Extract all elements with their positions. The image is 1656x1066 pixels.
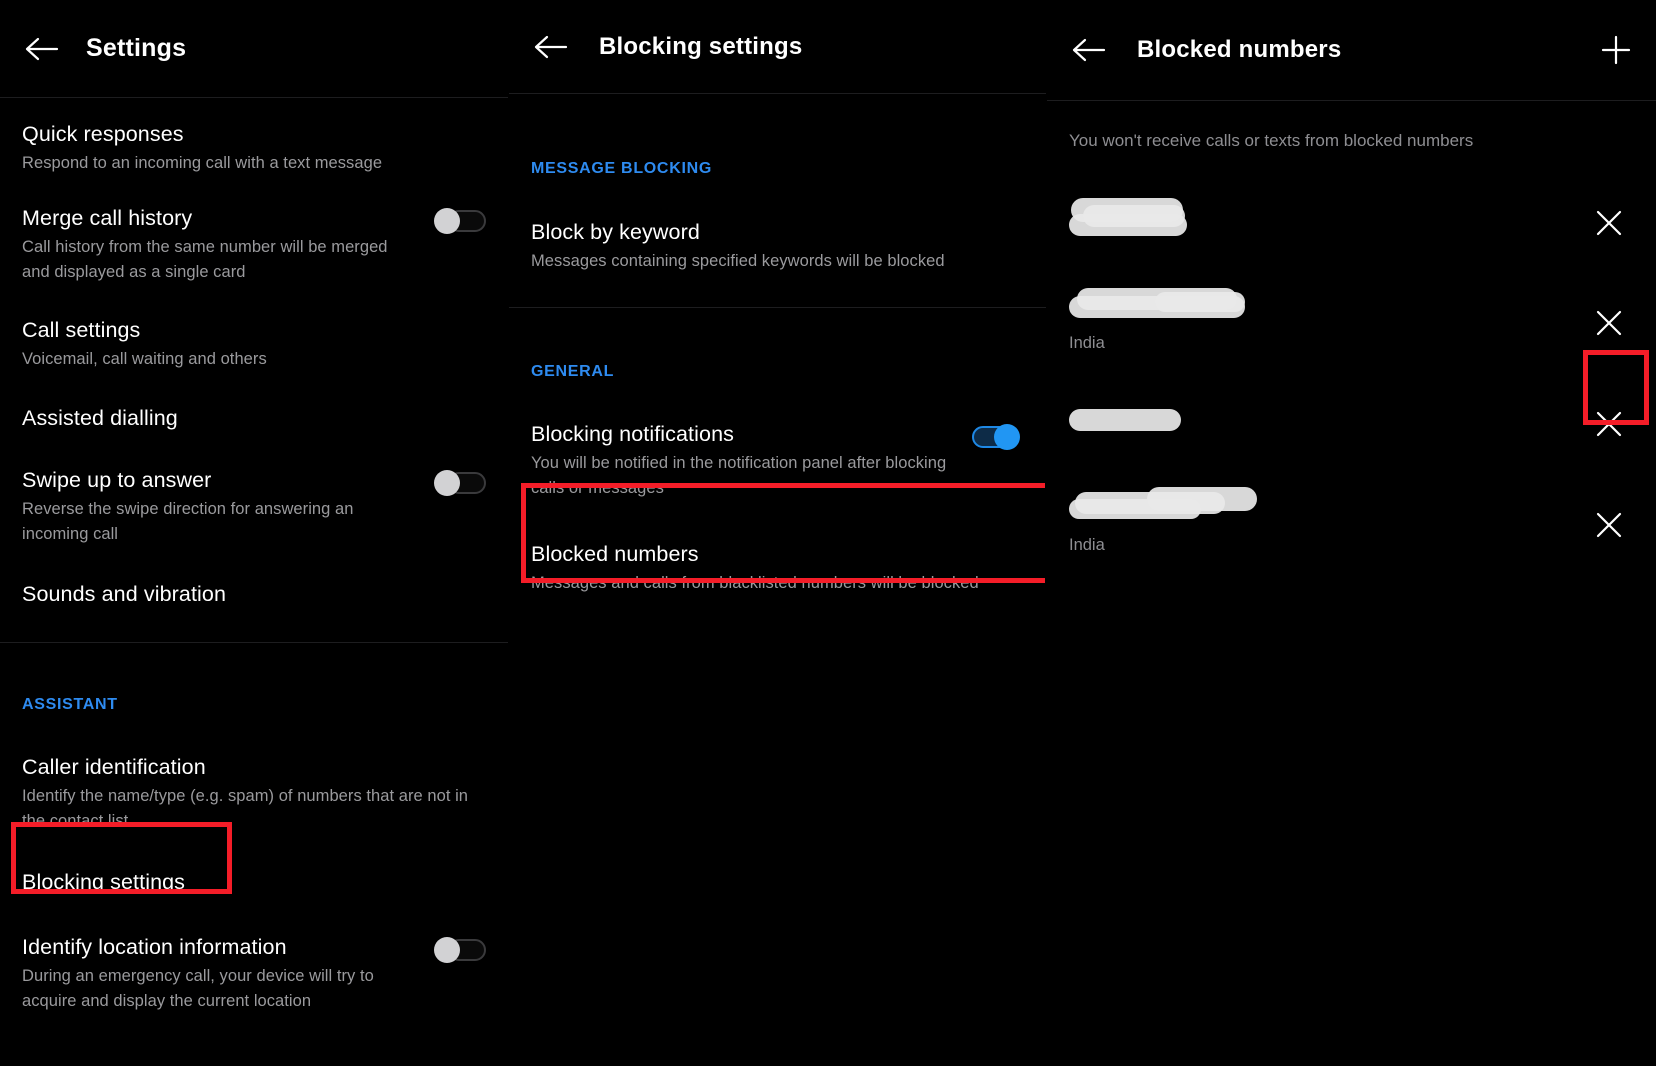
blocked-number-info [1069, 409, 1586, 437]
row-title: Caller identification [22, 755, 206, 779]
settings-row-caller-identification[interactable]: Caller identification Identify the name/… [0, 714, 508, 834]
redaction-mark [1147, 486, 1257, 511]
page-title: Settings [86, 34, 187, 62]
row-title: Assisted dialling [22, 406, 178, 430]
row-title: Blocking notifications [531, 422, 734, 446]
blocked-number-row[interactable]: India [1047, 473, 1656, 577]
arrow-left-icon[interactable] [531, 27, 571, 67]
redaction-mark [1155, 291, 1245, 312]
blocking-row-blocked-numbers[interactable]: Blocked numbers Messages and calls from … [509, 501, 1046, 596]
close-icon[interactable] [1586, 502, 1632, 548]
row-title: Call settings [22, 318, 141, 342]
panel-blocking-settings: Blocking settings MESSAGE BLOCKING Block… [509, 0, 1046, 1066]
settings-row-call-settings[interactable]: Call settings Voicemail, call waiting an… [0, 285, 508, 372]
row-title: Sounds and vibration [22, 582, 227, 606]
blocked-number-row[interactable] [1047, 175, 1656, 271]
row-title: Merge call history [22, 206, 193, 230]
blocked-number-info: India [1069, 287, 1586, 353]
settings-group-general: Quick responses Respond to an incoming c… [0, 98, 508, 642]
blocked-number-info: India [1069, 486, 1586, 555]
row-subtitle: Messages and calls from blacklisted numb… [531, 574, 979, 592]
row-subtitle: Voicemail, call waiting and others [22, 350, 267, 368]
blocked-number-value [1069, 486, 1586, 526]
panel-settings: Settings Quick responses Respond to an i… [0, 0, 508, 1066]
close-icon[interactable] [1586, 200, 1632, 246]
toggle-knob [994, 424, 1020, 450]
blocked-number-value [1069, 287, 1586, 324]
settings-row-identify-location-information[interactable]: Identify location information During an … [0, 896, 508, 1014]
row-title: Blocked numbers [531, 542, 699, 566]
toggle-knob [434, 208, 460, 234]
page-title: Blocking settings [599, 32, 803, 60]
blocked-number-info [1069, 198, 1586, 240]
settings-row-sounds-and-vibration[interactable]: Sounds and vibration [0, 547, 508, 642]
blocking-row-block-by-keyword[interactable]: Block by keyword Messages containing spe… [509, 178, 1046, 307]
row-subtitle: Messages containing specified keywords w… [531, 252, 945, 270]
settings-group-assistant: ASSISTANT Caller identification Identify… [0, 643, 508, 1014]
appbar-blocked-numbers: Blocked numbers [1047, 0, 1656, 100]
settings-row-blocking-settings[interactable]: Blocking settings [0, 834, 508, 896]
blocked-number-row[interactable]: India [1047, 271, 1656, 375]
row-subtitle: Reverse the swipe direction for answerin… [22, 500, 354, 543]
section-header-assistant: ASSISTANT [22, 696, 118, 713]
blocked-number-value [1069, 409, 1586, 437]
redaction-mark [1069, 214, 1187, 236]
identify-location-information-toggle[interactable] [434, 937, 486, 963]
row-subtitle: You will be notified in the notification… [531, 454, 947, 497]
settings-row-merge-call-history[interactable]: Merge call history Call history from the… [0, 176, 508, 285]
row-title: Swipe up to answer [22, 468, 212, 492]
merge-call-history-toggle[interactable] [434, 208, 486, 234]
section-header-message-blocking: MESSAGE BLOCKING [531, 160, 712, 177]
row-subtitle: Identify the name/type (e.g. spam) of nu… [22, 787, 469, 830]
panel-blocked-numbers: Blocked numbers You won't receive calls … [1047, 0, 1656, 1066]
settings-row-assisted-dialling[interactable]: Assisted dialling [0, 372, 508, 432]
appbar-blocking-settings: Blocking settings [509, 0, 1046, 93]
section-header-general: GENERAL [531, 363, 615, 380]
blocking-row-blocking-notifications[interactable]: Blocking notifications You will be notif… [509, 381, 1046, 501]
appbar-settings: Settings [0, 0, 508, 97]
arrow-left-icon[interactable] [22, 29, 62, 69]
blocked-number-value [1069, 198, 1586, 240]
blocked-number-row[interactable] [1047, 375, 1656, 473]
close-icon[interactable] [1586, 401, 1632, 447]
plus-icon[interactable] [1594, 28, 1638, 72]
blocking-group-general: GENERAL Blocking notifications You will … [509, 308, 1046, 596]
blocked-numbers-note: You won't receive calls or texts from bl… [1069, 131, 1474, 150]
swipe-up-to-answer-toggle[interactable] [434, 470, 486, 496]
redaction-mark [1069, 409, 1181, 431]
blocking-notifications-toggle[interactable] [972, 424, 1024, 450]
arrow-left-icon[interactable] [1069, 30, 1109, 70]
row-title: Blocking settings [22, 870, 186, 894]
row-title: Identify location information [22, 935, 287, 959]
row-title: Quick responses [22, 122, 184, 146]
blocking-group-message: MESSAGE BLOCKING Block by keyword Messag… [509, 94, 1046, 307]
three-panel-screenshot: Settings Quick responses Respond to an i… [0, 0, 1656, 1066]
page-title: Blocked numbers [1137, 36, 1342, 63]
blocked-number-country: India [1069, 535, 1105, 554]
row-subtitle: Call history from the same number will b… [22, 238, 388, 281]
row-title: Block by keyword [531, 220, 700, 244]
blocked-numbers-list: India India [1047, 153, 1656, 577]
blocked-number-country: India [1069, 333, 1105, 352]
toggle-knob [434, 470, 460, 496]
settings-row-swipe-up-to-answer[interactable]: Swipe up to answer Reverse the swipe dir… [0, 432, 508, 547]
settings-row-quick-responses[interactable]: Quick responses Respond to an incoming c… [0, 98, 508, 176]
toggle-knob [434, 937, 460, 963]
row-subtitle: During an emergency call, your device wi… [22, 967, 374, 1010]
row-subtitle: Respond to an incoming call with a text … [22, 154, 383, 172]
close-icon[interactable] [1586, 300, 1632, 346]
